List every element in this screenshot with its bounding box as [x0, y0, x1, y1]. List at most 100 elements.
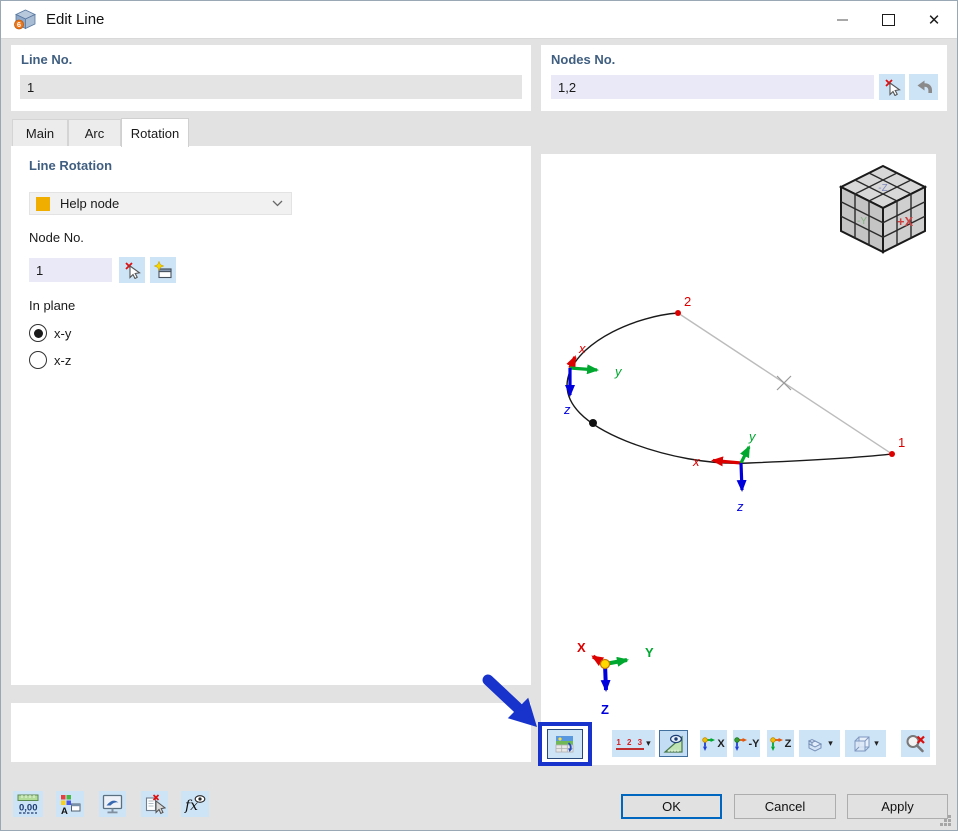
maximize-icon [882, 14, 895, 26]
radio-xz-circle [29, 351, 47, 369]
line-rotation-heading: Line Rotation [29, 158, 112, 173]
svg-text:X: X [577, 640, 586, 655]
node-2-dot[interactable] [675, 310, 681, 316]
arc-curve[interactable] [567, 313, 892, 463]
ruler-eye-icon [663, 733, 684, 754]
tab-arc-label: Arc [85, 126, 105, 141]
fx-eye-icon: fx [183, 793, 207, 815]
cursor-deselect-icon [883, 78, 901, 96]
undo-icon [914, 79, 934, 96]
radio-xy-label: x-y [54, 326, 71, 341]
line-no-input[interactable]: 1 [20, 75, 522, 99]
window-title: Edit Line [46, 11, 104, 28]
app-logo-icon: 6 [14, 9, 37, 30]
close-button[interactable]: ✕ [911, 1, 957, 39]
graphics-viewport[interactable]: 2 1 x y z x y z [541, 154, 936, 765]
node-no-input[interactable]: 1 [29, 258, 112, 282]
in-plane-label: In plane [29, 298, 75, 313]
view-z-label: Z [785, 738, 792, 750]
node-no-label: Node No. [29, 230, 84, 245]
new-node-button[interactable] [150, 257, 176, 283]
view-in-x-button[interactable]: X [700, 730, 727, 757]
zoom-cancel-icon [905, 733, 926, 754]
radio-xy-dot [34, 329, 43, 338]
apply-button[interactable]: Apply [847, 794, 948, 819]
title-bar: 6 Edit Line ✕ [1, 1, 957, 39]
nodes-no-groupbox: Nodes No. 1,2 [541, 45, 947, 111]
navigation-cube[interactable]: -Z -Y +X [841, 166, 925, 252]
rotation-type-value: Help node [60, 196, 272, 211]
document-cursor-icon [144, 793, 166, 815]
edit-line-dialog: 6 Edit Line ✕ Line No. 1 Nodes No. 1,2 [0, 0, 958, 831]
numbering-button[interactable]: 1 2 3 ▾ [612, 730, 655, 757]
ok-button[interactable]: OK [621, 794, 722, 819]
axis-z-view-icon [770, 737, 783, 751]
photorealistic-display-icon [555, 735, 575, 754]
tab-arc[interactable]: Arc [68, 119, 121, 146]
close-icon: ✕ [928, 11, 941, 29]
cancel-button[interactable]: Cancel [734, 794, 836, 819]
view-y-label: -Y [749, 738, 760, 750]
photorealistic-display-button[interactable] [547, 729, 583, 759]
minimize-button[interactable] [819, 1, 865, 39]
cursor-deselect-icon [123, 261, 141, 279]
svg-text:y: y [614, 364, 623, 379]
units-settings-button[interactable]: 0,00 [13, 791, 43, 817]
tab-rotation-label: Rotation [131, 126, 179, 141]
dropdown-caret-icon: ▾ [828, 739, 833, 748]
cube-view-icon [852, 735, 872, 753]
comment-box [11, 703, 531, 762]
logo-badge: 6 [17, 20, 21, 29]
nodes-no-input[interactable]: 1,2 [551, 75, 874, 99]
svg-text:x: x [578, 341, 586, 356]
formula-visibility-button[interactable]: fx [181, 791, 209, 817]
svg-text:y: y [748, 429, 757, 444]
screen-view-button[interactable] [99, 791, 126, 817]
svg-text:Y: Y [645, 645, 654, 660]
cancel-zoom-button[interactable] [901, 730, 930, 757]
tab-rotation[interactable]: Rotation [121, 118, 189, 147]
cube-left-label: -Y [857, 216, 867, 227]
annotation-highlight-box [538, 722, 592, 766]
units-value: 0,00 [19, 802, 38, 813]
local-axes-mid: x y z [692, 429, 757, 514]
svg-text:Z: Z [601, 702, 609, 717]
view-x-label: X [717, 738, 724, 750]
tab-main[interactable]: Main [12, 119, 68, 146]
axis-x-view-icon [702, 737, 715, 751]
display-properties-button[interactable]: A [56, 791, 84, 817]
minimize-icon [837, 19, 848, 21]
monitor-icon [101, 793, 124, 815]
rotation-panel: Line Rotation Help node Node No. 1 In [11, 146, 531, 685]
display-colors-icon: A [59, 793, 81, 815]
svg-text:z: z [736, 499, 744, 514]
local-axes-start: x y z [563, 341, 623, 417]
isometric-view-button[interactable]: ▾ [799, 730, 840, 757]
cube-top-label: -Z [878, 183, 887, 194]
revert-button[interactable] [909, 74, 938, 100]
select-node-button[interactable] [119, 257, 145, 283]
pick-apply-button[interactable] [141, 791, 168, 817]
help-node-color-swatch [36, 197, 50, 211]
maximize-button[interactable] [865, 1, 911, 39]
numbering-icon: 1 2 3 [616, 738, 644, 750]
dropdown-caret-icon: ▾ [646, 739, 651, 748]
node-1-dot[interactable] [889, 451, 895, 457]
radio-plane-xy[interactable]: x-y [29, 324, 71, 342]
line-preview-drawing: 2 1 x y z x y z [541, 154, 936, 765]
new-window-star-icon [154, 261, 173, 280]
node-1-label: 1 [898, 435, 905, 450]
rotation-type-dropdown[interactable]: Help node [29, 192, 292, 215]
show-dimensions-button[interactable] [659, 730, 688, 757]
dropdown-caret-icon: ▾ [874, 739, 879, 748]
line-no-label: Line No. [21, 52, 72, 67]
cube-view-button[interactable]: ▾ [845, 730, 886, 757]
svg-text:x: x [692, 454, 700, 469]
resize-grip[interactable] [938, 813, 952, 827]
svg-text:A: A [61, 806, 68, 815]
view-in-z-button[interactable]: Z [767, 730, 794, 757]
radio-plane-xz[interactable]: x-z [29, 351, 71, 369]
radio-xy-circle [29, 324, 47, 342]
select-nodes-button[interactable] [879, 74, 905, 100]
view-in-minus-y-button[interactable]: -Y [733, 730, 760, 757]
